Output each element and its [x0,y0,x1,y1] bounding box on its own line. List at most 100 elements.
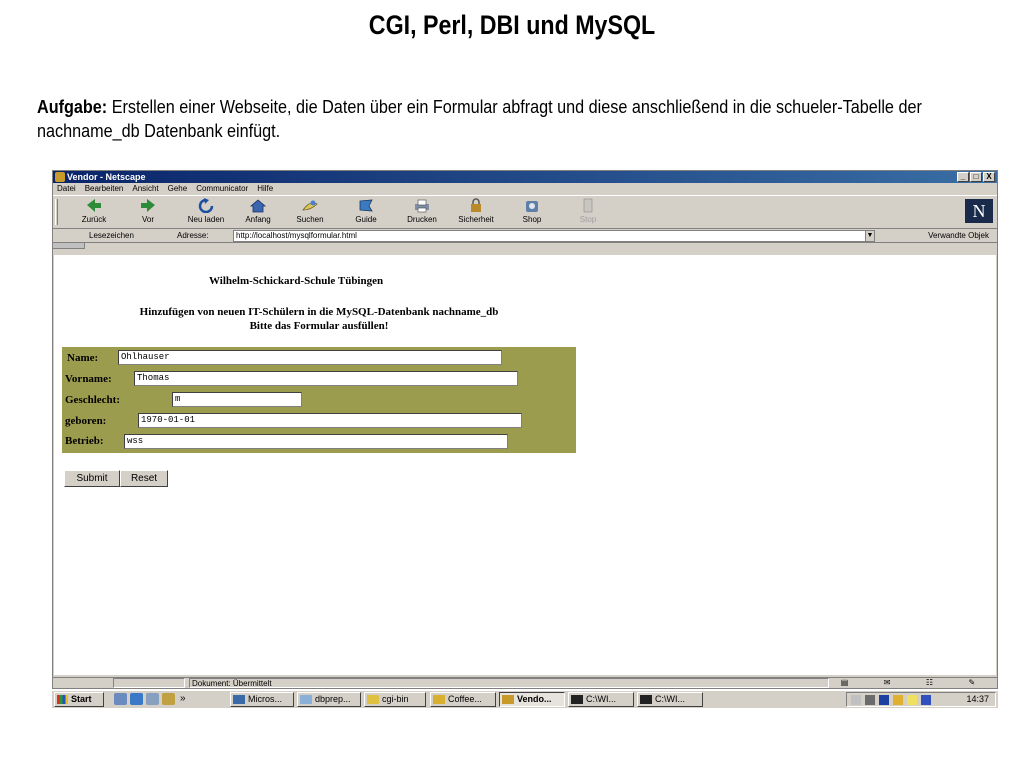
clock[interactable]: 14:37 [966,694,989,704]
groups-icon[interactable]: ☷ [926,678,933,688]
print-button[interactable]: Drucken [397,198,447,224]
netscape-quicklaunch-icon[interactable] [162,693,175,705]
ie-icon[interactable] [130,693,143,705]
guide-label: Guide [355,215,377,224]
desktop-icon[interactable] [114,693,127,705]
browser-window: Vendor - Netscape _ □ X Datei Bearbeiten… [52,170,998,678]
task-label: Vendo... [517,694,552,704]
back-label: Zurück [81,215,107,224]
toolbar-grip[interactable] [55,199,58,225]
language-icon[interactable] [879,695,889,705]
guide-button[interactable]: Guide [341,198,391,224]
netscape-logo[interactable]: N [965,199,993,223]
reload-icon [198,198,214,213]
task-vendor[interactable]: Vendo... [499,692,565,707]
menu-bar: Datei Bearbeiten Ansicht Gehe Communicat… [53,183,997,195]
windows-logo-icon [57,695,68,704]
bookmarks-button[interactable]: Lesezeichen [89,229,134,243]
subtitle-line-2: Bitte das Formular ausfüllen! [249,320,389,332]
maximize-button[interactable]: □ [970,172,982,182]
task-description: Aufgabe: Erstellen einer Webseite, die D… [37,95,991,143]
menu-bearbeiten[interactable]: Bearbeiten [85,183,124,195]
task-label: C:\WI... [655,694,685,704]
task-label: Coffee... [448,694,482,704]
chevron-down-icon[interactable]: ▼ [865,230,875,242]
task-coffee[interactable]: Coffee... [430,692,496,707]
task-dbprep[interactable]: dbprep... [297,692,361,707]
tray-app-icon-3[interactable] [921,695,931,705]
reload-button[interactable]: Neu laden [181,198,231,224]
forward-arrow-icon [141,199,155,212]
status-text: Dokument: Übermittelt [189,678,829,688]
tray-app-icon[interactable] [893,695,903,705]
name-field[interactable]: Ohlhauser [118,350,502,365]
security-button[interactable]: Sicherheit [451,198,501,224]
form-panel: Name: Ohlhauser Vorname: Thomas Geschlec… [62,347,576,453]
address-label: Adresse: [177,231,209,240]
task-cmd-1[interactable]: C:\WI... [568,692,634,707]
geboren-field[interactable]: 1970-01-01 [138,413,522,428]
address-input[interactable]: http://localhost/mysqlformular.html [233,230,873,242]
vorname-label: Vorname: [65,373,112,385]
navigator-icon[interactable]: ▤ [841,678,849,688]
editor-icon [300,695,312,704]
task-micros[interactable]: Micros... [230,692,294,707]
minimize-button[interactable]: _ [957,172,969,182]
task-text: Erstellen einer Webseite, die Daten über… [37,97,922,141]
window-title: Vendor - Netscape [67,172,146,182]
vorname-field[interactable]: Thomas [134,371,518,386]
submit-button[interactable]: Submit [64,470,120,487]
form-subtitle: Hinzufügen von neuen IT-Schülern in die … [84,305,554,333]
betrieb-label: Betrieb: [65,435,104,447]
forward-button[interactable]: Vor [123,198,173,224]
navigation-toolbar: Zurück Vor Neu laden Anfang Suchen Guide… [53,195,997,229]
school-heading: Wilhelm-Schickard-Schule Tübingen [209,275,384,287]
stop-label: Stop [579,215,597,224]
task-cgi-bin[interactable]: cgi-bin [364,692,426,707]
back-button[interactable]: Zurück [69,198,119,224]
console-icon [571,695,583,704]
folder-icon [367,695,379,704]
mail-icon[interactable]: ✉ [884,678,891,688]
tray-app-icon-2[interactable] [907,695,917,705]
menu-ansicht[interactable]: Ansicht [132,183,158,195]
subtitle-line-1: Hinzufügen von neuen IT-Schülern in die … [139,306,499,318]
netscape-app-icon [55,172,65,182]
collapsed-toolbar-tab[interactable] [53,243,85,249]
task-cmd-2[interactable]: C:\WI... [637,692,703,707]
speaker-icon[interactable] [851,695,861,705]
window-titlebar[interactable]: Vendor - Netscape _ □ X [53,171,997,183]
geschlecht-field[interactable]: m [172,392,302,407]
menu-communicator[interactable]: Communicator [196,183,248,195]
betrieb-field[interactable]: wss [124,434,508,449]
status-bar: Dokument: Übermittelt ▤ ✉ ☷ ✎ [52,677,998,689]
shop-label: Shop [522,215,542,224]
outlook-icon[interactable] [146,693,159,705]
task-label: cgi-bin [382,694,409,704]
menu-gehe[interactable]: Gehe [168,183,188,195]
home-icon [249,199,267,213]
stop-icon [583,198,593,213]
stop-button[interactable]: Stop [563,198,613,224]
start-button[interactable]: Start [54,692,104,707]
search-icon [302,200,318,211]
task-label: Micros... [248,694,283,704]
search-label: Suchen [296,215,324,224]
windows-taskbar: Start » Micros... dbprep... cgi-bin Coff… [52,690,998,708]
menu-datei[interactable]: Datei [57,183,76,195]
close-button[interactable]: X [983,172,995,182]
related-objects-button[interactable]: Verwandte Objek [928,229,989,243]
lock-icon [471,198,481,212]
home-button[interactable]: Anfang [233,198,283,224]
task-label: C:\WI... [586,694,616,704]
connection-icon[interactable] [55,678,111,688]
shop-button[interactable]: Shop [507,198,557,224]
back-arrow-icon [87,199,101,212]
reset-button[interactable]: Reset [120,470,168,487]
menu-hilfe[interactable]: Hilfe [257,183,273,195]
search-button[interactable]: Suchen [285,198,335,224]
window-icon [233,695,245,704]
network-icon[interactable] [865,695,875,705]
quicklaunch-more[interactable]: » [180,693,186,704]
composer-icon[interactable]: ✎ [969,678,976,688]
